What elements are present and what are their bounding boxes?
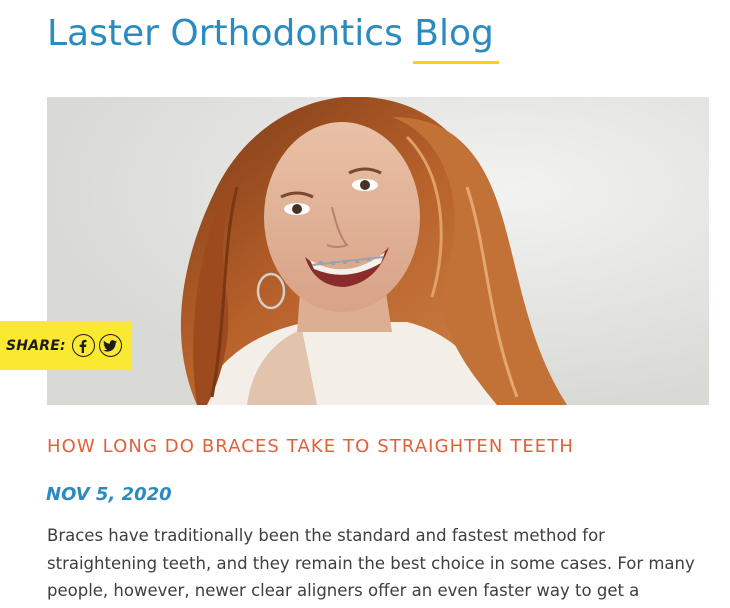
post-title[interactable]: HOW LONG DO BRACES TAKE TO STRAIGHTEN TE… [47,436,574,457]
twitter-share-button[interactable] [98,334,122,357]
facebook-share-button[interactable] [71,334,95,357]
facebook-icon [79,339,87,353]
post-excerpt: Braces have traditionally been the stand… [47,526,695,600]
post-date: NOV 5, 2020 [46,484,172,505]
blog-title[interactable]: Laster Orthodontics Blog [47,12,494,56]
share-bar: SHARE: [0,321,132,370]
share-label: SHARE: [6,337,66,354]
twitter-icon [103,339,118,352]
girl-with-braces-photo [47,97,709,405]
title-underline [413,61,499,64]
blog-page: Laster Orthodontics Blog SHARE: HOW LONG… [0,0,730,608]
featured-image[interactable] [47,97,709,405]
